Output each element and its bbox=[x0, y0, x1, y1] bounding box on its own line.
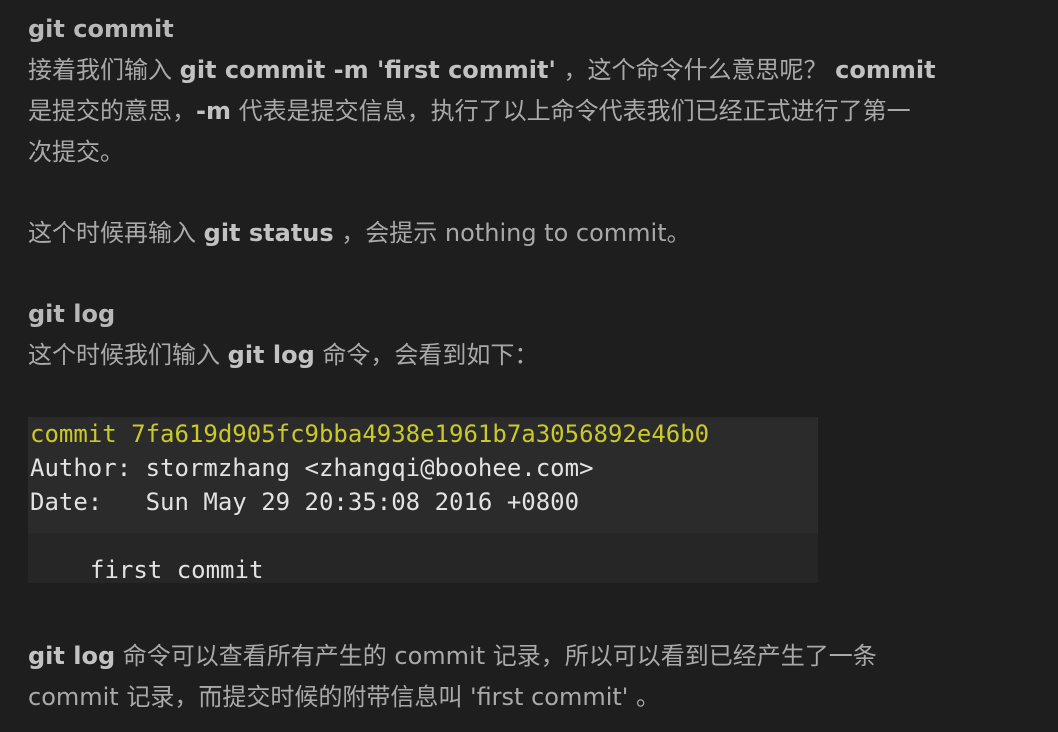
inline-code-git-log: git log bbox=[227, 341, 315, 369]
terminal-screenshot: commit 7fa619d905fc9bba4938e1961b7a30568… bbox=[28, 417, 818, 583]
inline-code-git-status: git status bbox=[203, 219, 334, 247]
heading-git-log: git log bbox=[28, 300, 116, 328]
text-span: 这个时候我们输入 bbox=[28, 341, 228, 369]
text-span: 次提交。 bbox=[28, 138, 124, 166]
paragraph-git-log-intro: 这个时候我们输入 git log 命令，会看到如下： bbox=[28, 335, 1018, 376]
text-span: 是提交的意思， bbox=[28, 97, 196, 125]
inline-code-commit: commit bbox=[835, 56, 936, 84]
inline-code-git-commit-m: git commit -m 'first commit' bbox=[179, 56, 556, 84]
paragraph-line: git log 命令可以查看所有产生的 commit 记录，所以可以看到已经产生… bbox=[28, 636, 1018, 677]
article-page: git commit 接着我们输入 git commit -m 'first c… bbox=[0, 0, 1058, 732]
text-span: 这个时候再输入 bbox=[28, 219, 204, 247]
paragraph-line: 次提交。 bbox=[28, 132, 1018, 173]
paragraph-line: commit 记录，而提交时候的附带信息叫 'first commit' 。 bbox=[28, 677, 1018, 718]
paragraph-line: 接着我们输入 git commit -m 'first commit' ，这个命… bbox=[28, 50, 1018, 91]
paragraph-git-commit-explanation: 接着我们输入 git commit -m 'first commit' ，这个命… bbox=[28, 50, 1018, 173]
heading-git-commit: git commit bbox=[28, 15, 174, 43]
text-span: 接着我们输入 bbox=[28, 56, 180, 84]
paragraph-git-log-explanation: git log 命令可以查看所有产生的 commit 记录，所以可以看到已经产生… bbox=[28, 636, 1018, 718]
terminal-commit-message-line: first commit bbox=[90, 556, 264, 583]
terminal-commit-hash-line: commit 7fa619d905fc9bba4938e1961b7a30568… bbox=[30, 420, 710, 448]
inline-code-m: -m bbox=[196, 97, 231, 125]
text-span: 命令，会看到如下： bbox=[314, 341, 539, 369]
text-span: ，这个命令什么意思呢？ bbox=[555, 56, 836, 84]
inline-code-git-log: git log bbox=[28, 642, 116, 670]
text-span: commit 记录，而提交时候的附带信息叫 'first commit' 。 bbox=[28, 683, 661, 711]
terminal-date-line: Date: Sun May 29 20:35:08 2016 +0800 bbox=[30, 488, 580, 516]
text-span: 代表是提交信息，执行了以上命令代表我们已经正式进行了第一 bbox=[230, 97, 911, 125]
paragraph-line: 是提交的意思，-m 代表是提交信息，执行了以上命令代表我们已经正式进行了第一 bbox=[28, 91, 1018, 132]
paragraph-git-status: 这个时候再输入 git status ，会提示 nothing to commi… bbox=[28, 213, 1018, 254]
text-span: ，会提示 nothing to commit。 bbox=[333, 219, 691, 247]
terminal-author-line: Author: stormzhang <zhangqi@boohee.com> bbox=[30, 454, 594, 482]
text-span: 命令可以查看所有产生的 commit 记录，所以可以看到已经产生了一条 bbox=[115, 642, 877, 670]
